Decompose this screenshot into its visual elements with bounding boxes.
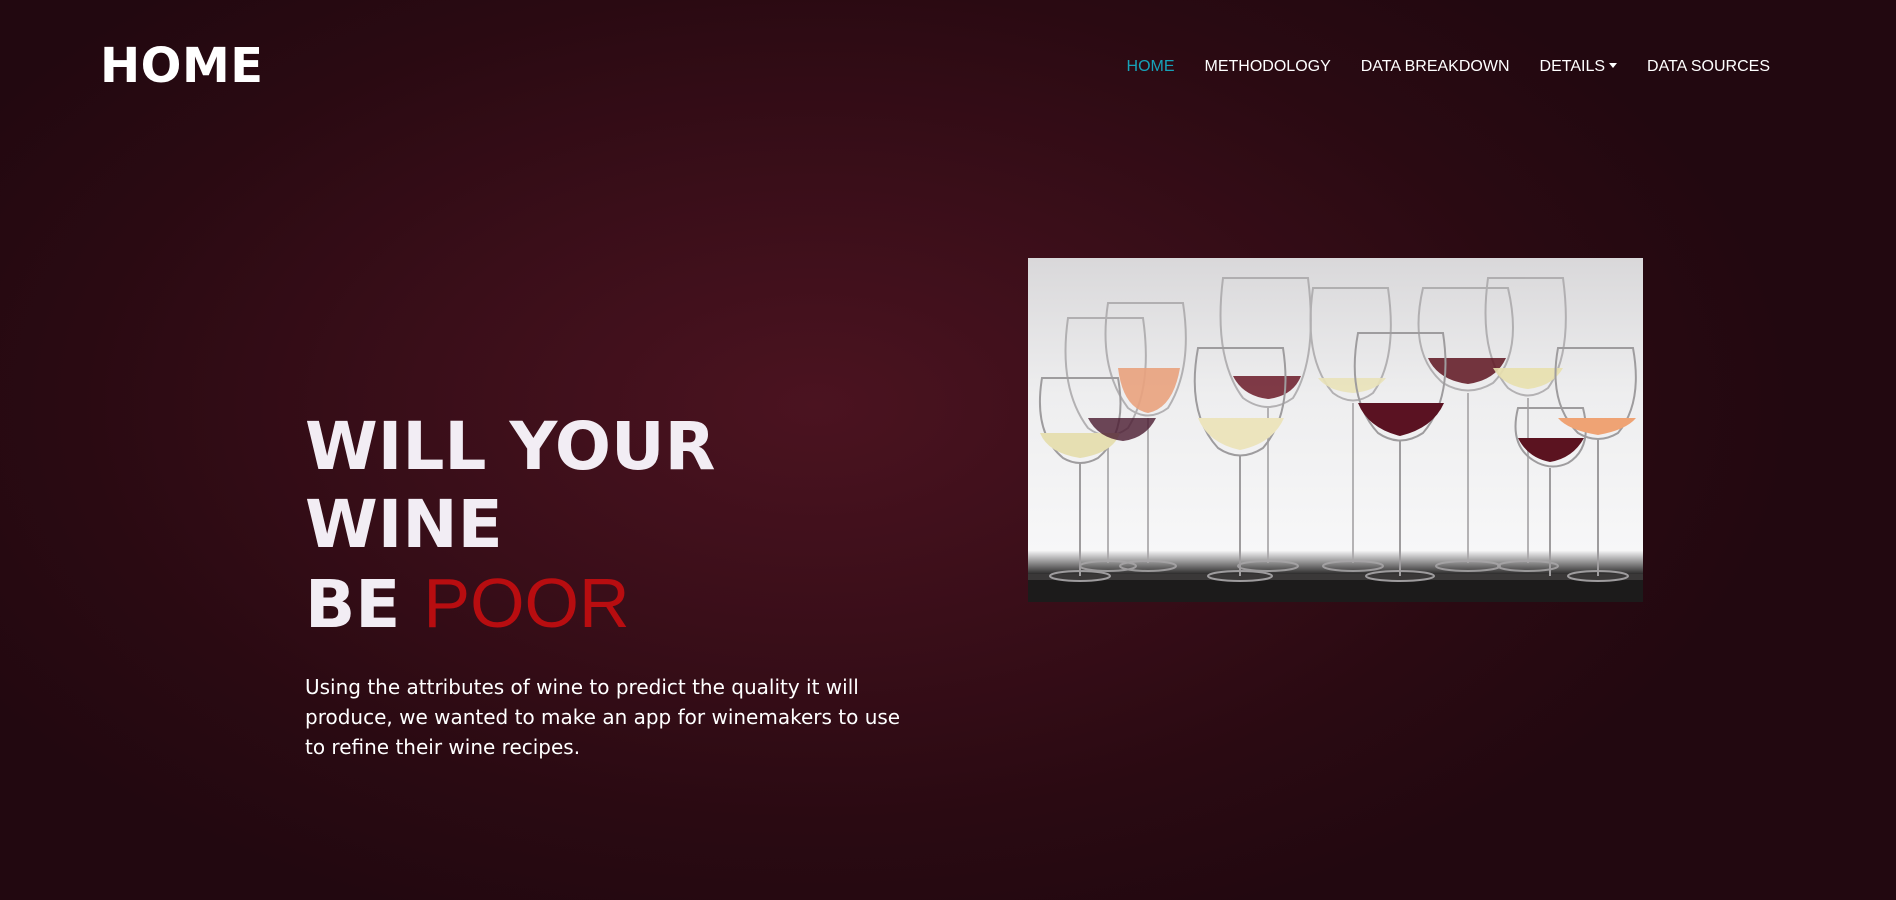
- headline-accent-word: POOR: [423, 564, 630, 642]
- nav-details-dropdown[interactable]: DETAILS: [1525, 52, 1633, 82]
- nav-links: HOME METHODOLOGY DATA BREAKDOWN DETAILS …: [1112, 52, 1785, 82]
- hero-headline: WILL YOUR WINE BE POOR: [305, 408, 925, 644]
- nav-methodology[interactable]: METHODOLOGY: [1190, 52, 1346, 82]
- brand-home-link[interactable]: HOME: [100, 38, 264, 94]
- headline-line-1: WILL YOUR WINE: [305, 408, 716, 563]
- wine-glasses-illustration: [1028, 277, 1643, 602]
- navbar: HOME HOME METHODOLOGY DATA BREAKDOWN DET…: [0, 0, 1896, 130]
- nav-home[interactable]: HOME: [1112, 52, 1190, 82]
- nav-data-sources[interactable]: DATA SOURCES: [1632, 52, 1785, 82]
- nav-data-breakdown[interactable]: DATA BREAKDOWN: [1346, 52, 1525, 82]
- caret-down-icon: [1609, 63, 1618, 68]
- headline-line-2-prefix: BE: [305, 566, 401, 643]
- nav-details-label: DETAILS: [1539, 58, 1606, 75]
- wine-glasses-image: [1028, 258, 1643, 602]
- hero-text: WILL YOUR WINE BE POOR Using the attribu…: [305, 408, 925, 762]
- hero-description: Using the attributes of wine to predict …: [305, 675, 901, 759]
